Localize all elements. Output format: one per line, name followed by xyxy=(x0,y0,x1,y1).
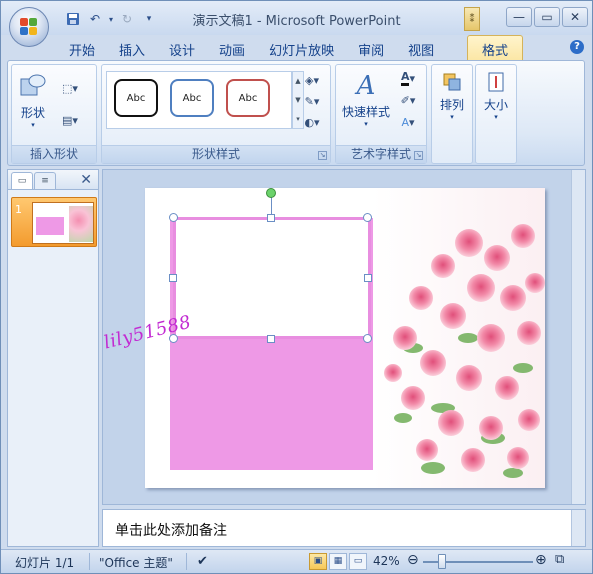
resize-handle-top-right[interactable] xyxy=(363,213,372,222)
title-bar: ↶ ▾ ↻ ▾ 演示文稿1 - Microsoft PowerPoint ⁑ —… xyxy=(1,1,592,35)
tab-insert[interactable]: 插入 xyxy=(107,37,157,59)
group-wordart-styles: A 快速样式 ▾ A ▾ ✐▾ A ▾ 艺术字样式 ↘ xyxy=(335,64,427,164)
slide-canvas[interactable] xyxy=(145,188,545,488)
powerpoint-window: ↶ ▾ ↻ ▾ 演示文稿1 - Microsoft PowerPoint ⁑ —… xyxy=(0,0,593,574)
size-button[interactable]: 大小 ▾ xyxy=(480,71,512,121)
arrange-button[interactable]: 排列 ▾ xyxy=(436,71,468,121)
ribbon-extension-icon[interactable]: ⁑ xyxy=(464,7,480,31)
tab-animations[interactable]: 动画 xyxy=(207,37,257,59)
theme-name[interactable]: "Office 主题" xyxy=(99,554,173,571)
slide-thumbnail-preview xyxy=(32,202,94,244)
resize-handle-top[interactable] xyxy=(267,214,275,222)
text-outline-icon[interactable]: ✐▾ xyxy=(394,91,422,109)
vertical-scrollbar[interactable] xyxy=(571,170,585,504)
group-shape-styles: Abc Abc Abc ▲ ▼ ▾ ◈▾ ✎▾ ◐▾ 形状样式 ↘ xyxy=(101,64,331,164)
tab-home[interactable]: 开始 xyxy=(57,37,107,59)
resize-handle-top-left[interactable] xyxy=(169,213,178,222)
close-pane-icon[interactable]: ✕ xyxy=(80,172,92,188)
shapes-button[interactable]: 形状 ▾ xyxy=(18,71,48,129)
close-button[interactable]: ✕ xyxy=(562,7,588,27)
tab-slideshow[interactable]: 幻灯片放映 xyxy=(257,37,346,59)
help-icon[interactable]: ? xyxy=(570,40,584,54)
group-arrange: 排列 ▾ xyxy=(431,64,473,164)
tab-format[interactable]: 格式 xyxy=(467,35,523,60)
notes-placeholder: 单击此处添加备注 xyxy=(115,523,227,539)
rotate-handle[interactable] xyxy=(266,188,276,198)
slide-number: 1 xyxy=(15,203,22,216)
quick-styles-button[interactable]: A 快速样式 ▾ xyxy=(340,69,392,128)
textbox-icon[interactable]: ▤▾ xyxy=(56,111,84,129)
slide-editor: lily51588 xyxy=(102,169,586,505)
slide-sorter-view-icon[interactable]: ▦ xyxy=(329,553,347,570)
office-logo-icon xyxy=(20,18,38,36)
tab-review[interactable]: 审阅 xyxy=(346,37,396,59)
zoom-out-icon[interactable]: ⊖ xyxy=(407,552,419,568)
notes-pane[interactable]: 单击此处添加备注 xyxy=(102,509,586,547)
window-title: 演示文稿1 - Microsoft PowerPoint xyxy=(192,14,401,29)
wordart-dialog-launcher-icon[interactable]: ↘ xyxy=(414,151,423,160)
size-label: 大小 xyxy=(483,98,508,112)
size-icon xyxy=(488,72,504,92)
status-separator xyxy=(89,553,90,570)
shape-style-preset-3[interactable]: Abc xyxy=(226,79,270,117)
shape-style-preset-1[interactable]: Abc xyxy=(114,79,158,117)
window-controls: — ▭ ✕ xyxy=(506,7,588,27)
quick-styles-label: 快速样式 xyxy=(341,105,390,119)
shapes-icon xyxy=(20,74,46,96)
resize-handle-right[interactable] xyxy=(364,274,372,282)
tab-view[interactable]: 视图 xyxy=(396,37,446,59)
group-label-shape-styles: 形状样式 xyxy=(102,145,330,163)
tab-design[interactable]: 设计 xyxy=(157,37,207,59)
group-label-wordart: 艺术字样式 xyxy=(336,145,426,163)
slides-pane: ▭ ≡ ✕ 1 xyxy=(7,169,99,547)
slideshow-view-icon[interactable]: ▭ xyxy=(349,553,367,570)
group-size: 大小 ▾ xyxy=(475,64,517,164)
rotate-handle-line xyxy=(271,197,272,214)
zoom-slider-thumb[interactable] xyxy=(437,554,446,569)
shape-effects-icon[interactable]: ◐▾ xyxy=(298,113,326,131)
roses-image[interactable] xyxy=(373,188,545,488)
status-separator xyxy=(186,553,187,570)
group-insert-shapes: 形状 ▾ ⬚▾ ▤▾ 插入形状 xyxy=(11,64,97,164)
slide-thumbnail[interactable]: 1 xyxy=(11,197,97,247)
zoom-in-icon[interactable]: ⊕ xyxy=(535,552,547,568)
slide-indicator: 幻灯片 1/1 xyxy=(15,556,75,570)
office-button[interactable] xyxy=(9,7,49,47)
dialog-launcher-icon[interactable]: ↘ xyxy=(318,151,327,160)
fit-to-window-icon[interactable]: ⧉ xyxy=(555,552,564,567)
edit-shape-icon[interactable]: ⬚▾ xyxy=(56,79,84,97)
arrange-icon xyxy=(443,73,461,91)
shape-outline-icon[interactable]: ✎▾ xyxy=(298,92,326,110)
maximize-button[interactable]: ▭ xyxy=(534,7,560,27)
normal-view-icon[interactable]: ▣ xyxy=(309,553,327,570)
minimize-button[interactable]: — xyxy=(506,7,532,27)
text-effects-icon[interactable]: A ▾ xyxy=(394,113,422,131)
shapes-button-label: 形状 xyxy=(20,106,45,120)
status-bar: 幻灯片 1/1 "Office 主题" ✔ ▣ ▦ ▭ 42% ⊖ ⊕ ⧉ xyxy=(1,549,592,573)
wordart-icon: A xyxy=(356,71,376,101)
spellcheck-icon[interactable]: ✔ xyxy=(197,554,208,569)
resize-handle-bottom-right[interactable] xyxy=(363,334,372,343)
slides-pane-tabs: ▭ ≡ ✕ xyxy=(8,170,98,190)
resize-handle-left[interactable] xyxy=(169,274,177,282)
shape-style-preset-2[interactable]: Abc xyxy=(170,79,214,117)
arrange-label: 排列 xyxy=(439,98,464,112)
shape-fill-icon[interactable]: ◈▾ xyxy=(298,71,326,89)
ribbon-tabs: 开始 插入 设计 动画 幻灯片放映 审阅 视图 格式 xyxy=(57,35,523,60)
zoom-level[interactable]: 42% xyxy=(373,554,400,568)
group-label-insert-shapes: 插入形状 xyxy=(12,145,96,163)
text-fill-icon[interactable]: A ▾ xyxy=(394,69,422,87)
notes-scrollbar[interactable] xyxy=(571,510,585,546)
slides-tab-icon[interactable]: ▭ xyxy=(11,172,33,189)
resize-handle-bottom[interactable] xyxy=(267,335,275,343)
ribbon: 形状 ▾ ⬚▾ ▤▾ 插入形状 Abc Abc Abc ▲ ▼ ▾ ◈▾ ✎▾ ◐▾… xyxy=(7,60,585,166)
selected-rectangle-shape[interactable] xyxy=(173,217,371,339)
outline-tab-icon[interactable]: ≡ xyxy=(34,172,56,189)
